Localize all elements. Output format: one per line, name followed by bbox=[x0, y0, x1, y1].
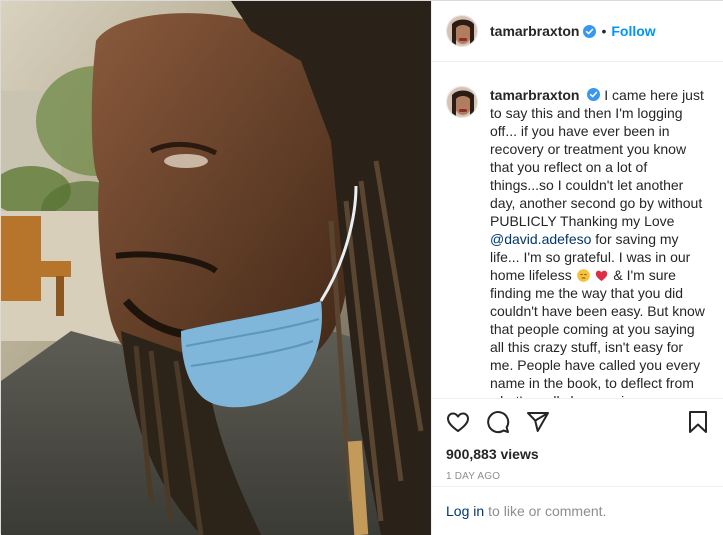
video-frame-illustration bbox=[1, 1, 431, 535]
header-username[interactable]: tamarbraxton bbox=[490, 23, 579, 39]
comment-icon[interactable] bbox=[486, 410, 510, 434]
caption-text: tamarbraxton I came here just to say thi… bbox=[490, 86, 708, 398]
red-heart-emoji bbox=[595, 268, 608, 281]
follow-button[interactable]: Follow bbox=[611, 23, 655, 39]
caption-mention-link[interactable]: @david.adefeso bbox=[490, 231, 591, 247]
post-video[interactable] bbox=[1, 1, 431, 535]
login-prompt: Log in to like or comment. bbox=[432, 486, 723, 535]
caption-body-1: I came here just to say this and then I'… bbox=[490, 87, 704, 229]
bookmark-icon[interactable] bbox=[686, 410, 710, 434]
post-timestamp[interactable]: 1 DAY AGO bbox=[446, 471, 710, 482]
pensive-face-emoji bbox=[576, 268, 590, 282]
post-caption: tamarbraxton I came here just to say thi… bbox=[446, 86, 708, 398]
instagram-post: tamarbraxton • Follow tamarbraxton I cam… bbox=[0, 0, 723, 535]
verified-badge-icon bbox=[587, 87, 601, 101]
view-count[interactable]: 900,883 views bbox=[446, 445, 710, 463]
header-separator: • bbox=[601, 23, 607, 39]
caption-avatar[interactable] bbox=[446, 86, 478, 118]
caption-body-3: & I'm sure finding me the way that you d… bbox=[490, 267, 705, 398]
avatar-image bbox=[447, 87, 477, 117]
login-link[interactable]: Log in bbox=[446, 503, 484, 519]
post-side-panel: tamarbraxton • Follow tamarbraxton I cam… bbox=[431, 1, 723, 535]
login-prompt-text: to like or comment. bbox=[488, 503, 607, 519]
heart-icon[interactable] bbox=[446, 410, 470, 434]
comments-section[interactable]: tamarbraxton I came here just to say thi… bbox=[432, 62, 723, 398]
verified-badge-icon bbox=[583, 24, 597, 38]
avatar[interactable] bbox=[446, 15, 478, 47]
post-actions: 900,883 views 1 DAY AGO bbox=[432, 398, 723, 482]
paper-plane-icon[interactable] bbox=[526, 410, 550, 434]
action-icons-row bbox=[446, 399, 710, 445]
caption-username[interactable]: tamarbraxton bbox=[490, 87, 579, 103]
avatar-image bbox=[447, 16, 477, 46]
post-header: tamarbraxton • Follow bbox=[432, 1, 723, 62]
